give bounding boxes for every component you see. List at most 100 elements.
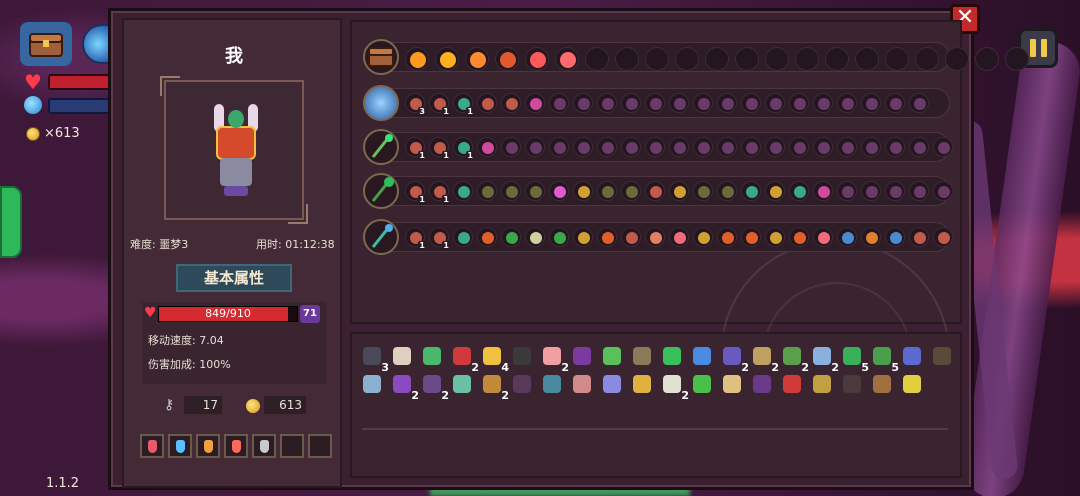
rune-slot[interactable] — [741, 137, 761, 157]
egg-icon[interactable]: 2 — [810, 344, 839, 374]
empty-potion-slot[interactable] — [280, 434, 304, 458]
rune-slot[interactable] — [693, 181, 713, 201]
rune-slot[interactable] — [501, 227, 521, 247]
dark-cape-icon[interactable] — [840, 372, 864, 396]
rune-slot[interactable] — [669, 227, 689, 247]
rune-slot[interactable] — [453, 181, 473, 201]
rune-slot[interactable] — [525, 93, 545, 113]
rune-slot[interactable] — [573, 93, 593, 113]
rune-slot[interactable] — [717, 137, 737, 157]
rune-slot[interactable] — [501, 93, 521, 113]
sun-icon[interactable] — [405, 47, 429, 71]
rune-slot[interactable] — [501, 137, 521, 157]
rune-slot[interactable] — [477, 93, 497, 113]
rune-slot[interactable] — [597, 181, 617, 201]
rune-slot[interactable]: 3 — [405, 93, 426, 116]
rune-slot[interactable] — [573, 137, 593, 157]
crystal-ball-icon[interactable] — [540, 372, 564, 396]
rune-slot[interactable] — [741, 93, 761, 113]
rune-slot[interactable] — [549, 181, 569, 201]
rune-slot[interactable] — [693, 93, 713, 113]
rune-slot[interactable] — [789, 93, 809, 113]
clover-icon[interactable]: 5 — [840, 344, 869, 374]
purple-boot-icon[interactable]: 2 — [390, 372, 419, 402]
rune-slot[interactable] — [909, 181, 929, 201]
rune-slot[interactable] — [573, 181, 593, 201]
rune-slot[interactable] — [885, 137, 905, 157]
rune-slot[interactable] — [813, 93, 833, 113]
rune-slot[interactable] — [885, 181, 905, 201]
rune-slot[interactable] — [549, 227, 569, 247]
rune-slot[interactable] — [621, 181, 641, 201]
brown-chest-icon[interactable] — [870, 372, 894, 396]
rune-slot[interactable] — [549, 137, 569, 157]
potion-icon[interactable]: 2 — [720, 344, 749, 374]
yellow-map-icon[interactable] — [630, 372, 654, 396]
rune-slot[interactable] — [621, 227, 641, 247]
chest-icon[interactable] — [20, 22, 72, 66]
orange-potion-icon[interactable] — [196, 434, 220, 458]
rune-slot[interactable] — [933, 181, 953, 201]
scroll-icon[interactable]: 2 — [750, 344, 779, 374]
vial-icon[interactable] — [600, 372, 624, 396]
red-clock-icon[interactable]: 2 — [450, 344, 479, 374]
crystal-orb-icon[interactable] — [363, 85, 399, 121]
rune-slot[interactable] — [669, 93, 689, 113]
green-crystal-icon[interactable] — [420, 344, 444, 368]
rune-slot[interactable] — [933, 227, 953, 247]
rune-slot[interactable] — [477, 227, 497, 247]
rune-slot[interactable] — [741, 181, 761, 201]
crossed-swords-icon[interactable] — [465, 47, 489, 71]
rune-slot[interactable] — [741, 227, 761, 247]
chest-icon[interactable] — [363, 39, 399, 75]
rune-slot[interactable] — [645, 137, 665, 157]
sprout-icon[interactable] — [600, 344, 624, 368]
rune-slot[interactable] — [909, 137, 929, 157]
runner-icon[interactable] — [525, 47, 549, 71]
rune-slot[interactable] — [501, 181, 521, 201]
witch-hat-icon[interactable] — [570, 344, 594, 368]
rune-slot[interactable] — [861, 181, 881, 201]
rune-slot[interactable] — [717, 227, 737, 247]
red-mask-icon[interactable] — [780, 372, 804, 396]
hourglass-icon[interactable] — [495, 47, 519, 71]
rune-slot[interactable]: 1 — [405, 227, 426, 250]
rune-slot[interactable] — [861, 93, 881, 113]
rune-slot[interactable] — [669, 181, 689, 201]
rune-slot[interactable] — [669, 137, 689, 157]
rune-slot[interactable] — [765, 227, 785, 247]
rune-slot[interactable]: 1 — [429, 137, 450, 160]
emerald-staff-icon[interactable] — [363, 173, 399, 209]
rune-slot[interactable] — [789, 181, 809, 201]
rune-slot[interactable] — [837, 93, 857, 113]
rune-slot[interactable] — [621, 137, 641, 157]
rune-slot[interactable] — [789, 227, 809, 247]
rune-slot[interactable] — [933, 137, 953, 157]
empty-potion-slot[interactable] — [308, 434, 332, 458]
antler-icon[interactable] — [810, 372, 834, 396]
rune-slot[interactable] — [645, 227, 665, 247]
runner-icon[interactable] — [555, 47, 579, 71]
rune-slot[interactable] — [597, 227, 617, 247]
rune-slot[interactable] — [597, 93, 617, 113]
feather-quill-icon[interactable] — [720, 372, 744, 396]
side-tab[interactable] — [0, 186, 22, 258]
rune-slot[interactable]: 1 — [405, 137, 426, 160]
rune-slot[interactable] — [789, 137, 809, 157]
rune-slot[interactable] — [765, 181, 785, 201]
bottle-icon[interactable] — [630, 344, 654, 368]
rune-slot[interactable]: 1 — [405, 181, 426, 204]
green-helmet-icon[interactable]: 2 — [780, 344, 809, 374]
blue-vial-icon[interactable] — [900, 344, 924, 368]
blue-gem-icon[interactable] — [690, 344, 714, 368]
dark-robe-icon[interactable] — [510, 372, 534, 396]
yellow-flag-icon[interactable]: 4 — [480, 344, 509, 374]
rune-slot[interactable] — [813, 181, 833, 201]
dark-cloak-icon[interactable] — [930, 344, 954, 368]
dagger-icon[interactable] — [450, 372, 474, 396]
rune-slot[interactable] — [573, 227, 593, 247]
rune-slot[interactable] — [717, 93, 737, 113]
pink-pig-icon[interactable]: 2 — [540, 344, 569, 374]
rune-slot[interactable] — [813, 227, 833, 247]
rune-slot[interactable] — [765, 93, 785, 113]
